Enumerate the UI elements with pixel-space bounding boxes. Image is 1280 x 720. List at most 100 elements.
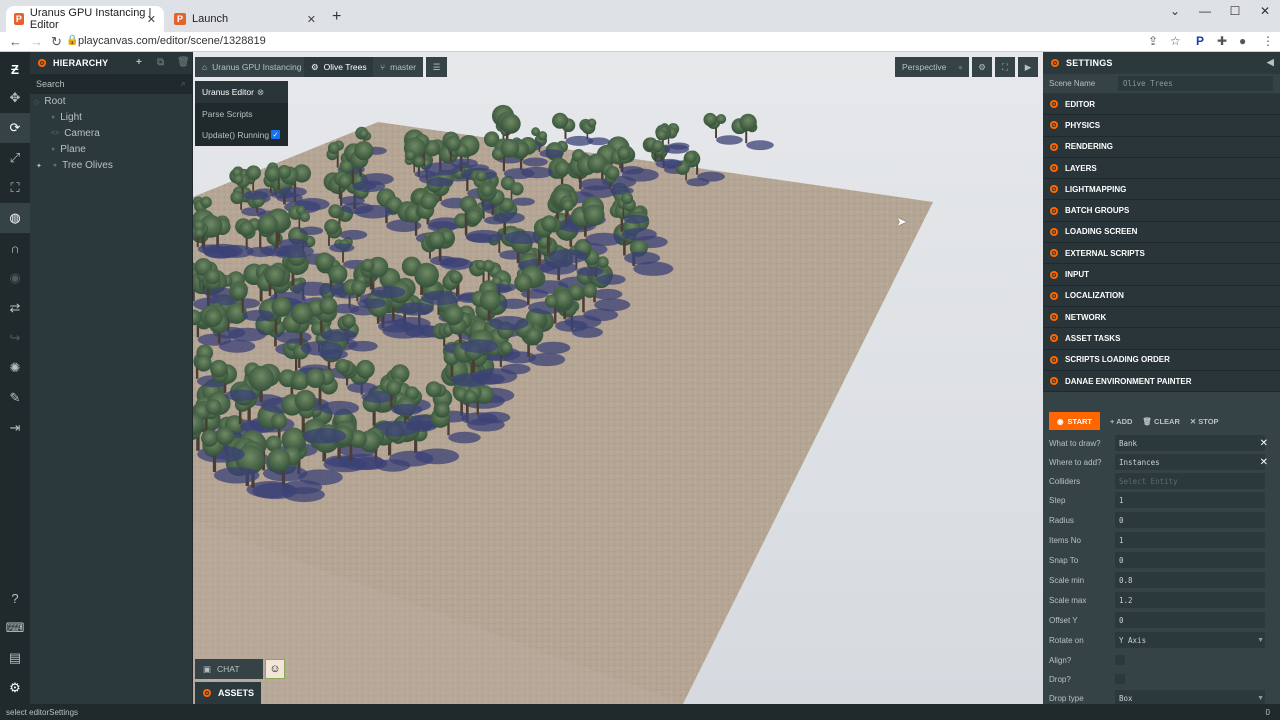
profile-icon[interactable]: ●: [1239, 34, 1246, 48]
chat-button[interactable]: ▣ CHAT: [195, 659, 263, 679]
puzzle-icon[interactable]: ✚: [1217, 34, 1227, 48]
minimize-icon[interactable]: —: [1190, 4, 1220, 18]
tree-item-plane[interactable]: ● Plane: [51, 144, 86, 155]
items-no-field[interactable]: 1: [1115, 532, 1265, 548]
close-icon[interactable]: ✕: [307, 13, 316, 26]
chevron-down-icon[interactable]: ⌄: [1160, 4, 1190, 18]
scale-min-field[interactable]: 0.8: [1115, 572, 1265, 588]
tree-shadow: [282, 480, 323, 495]
publish-icon[interactable]: ⇥: [0, 413, 30, 443]
section-network[interactable]: NETWORK: [1043, 306, 1280, 329]
hierarchy-search-input[interactable]: Search ⌕: [30, 74, 192, 94]
breadcrumb-scene[interactable]: ⚙ Olive Trees: [304, 57, 374, 77]
tree-item-light[interactable]: ● Light: [51, 112, 82, 123]
expand-icon[interactable]: ✦: [36, 162, 42, 170]
lightmap-icon[interactable]: ✺: [0, 353, 30, 383]
settings-icon[interactable]: ⚙: [0, 673, 30, 703]
forward-icon[interactable]: →: [30, 34, 43, 49]
tree-item-root[interactable]: ◇ Root: [34, 96, 66, 107]
delete-icon[interactable]: 🗑: [177, 57, 190, 68]
drop-checkbox[interactable]: [1115, 674, 1125, 684]
section-editor[interactable]: EDITOR: [1043, 94, 1280, 116]
close-window-icon[interactable]: ✕: [1250, 4, 1280, 18]
controls-icon[interactable]: ⌨: [0, 613, 30, 643]
new-tab-icon[interactable]: +: [332, 8, 341, 26]
tree-canopy: [239, 221, 254, 237]
tree-canopy: [194, 228, 205, 239]
clear-field-icon[interactable]: ✕: [1260, 457, 1268, 468]
maximize-icon[interactable]: ☐: [1220, 4, 1250, 18]
code-icon[interactable]: ✎: [0, 383, 30, 413]
section-input[interactable]: INPUT: [1043, 264, 1280, 286]
close-icon[interactable]: ✕: [147, 13, 156, 26]
viewport-settings-icon[interactable]: ⚙: [972, 57, 992, 77]
snap-to-field[interactable]: 0: [1115, 552, 1265, 568]
step-field[interactable]: 1: [1115, 492, 1265, 508]
avatar[interactable]: ☺: [265, 659, 285, 679]
offset-y-field[interactable]: 0: [1115, 612, 1265, 628]
extension-p-icon[interactable]: P: [1196, 34, 1204, 48]
section-rendering[interactable]: RENDERING: [1043, 136, 1280, 158]
undo-icon[interactable]: ⇄: [0, 293, 30, 323]
clear-field-icon[interactable]: ✕: [1260, 438, 1268, 449]
section-lightmapping[interactable]: LIGHTMAPPING: [1043, 179, 1280, 201]
scale-icon[interactable]: ⤢: [0, 143, 30, 173]
rotate-icon[interactable]: ⟳: [0, 113, 30, 143]
tree-item-camera[interactable]: <> Camera: [51, 128, 100, 139]
star-icon[interactable]: ☆: [1170, 34, 1181, 48]
section-batch-groups[interactable]: BATCH GROUPS: [1043, 200, 1280, 222]
scene-viewport[interactable]: ⌂ Uranus GPU Instancing ⚙ Olive Trees ⑂ …: [193, 52, 1043, 704]
rotate-on-select[interactable]: Y Axis: [1115, 632, 1265, 648]
section-localization[interactable]: LOCALIZATION: [1043, 285, 1280, 307]
launch-play-icon[interactable]: ▶: [1018, 57, 1038, 77]
back-icon[interactable]: ←: [9, 34, 22, 49]
chat-icon[interactable]: ▤: [0, 643, 30, 673]
tab-launch[interactable]: P Launch ✕: [166, 6, 324, 32]
section-asset-tasks[interactable]: ASSET TASKS: [1043, 328, 1280, 350]
parse-scripts-button[interactable]: Parse Scripts: [195, 103, 288, 124]
tree-item-tree-olives[interactable]: ✦ ● Tree Olives: [36, 160, 113, 171]
translate-icon[interactable]: ✥: [0, 83, 30, 113]
add-button[interactable]: + ADD: [1110, 417, 1132, 426]
snap-icon[interactable]: ∩: [0, 233, 30, 263]
url-field[interactable]: playcanvas.com/editor/scene/1328819: [78, 35, 266, 47]
scene-name-field[interactable]: Olive Trees: [1118, 76, 1273, 91]
playcanvas-logo-icon[interactable]: Ƶ: [0, 54, 30, 84]
radius-field[interactable]: 0: [1115, 512, 1265, 528]
reload-icon[interactable]: ↻: [51, 34, 62, 50]
world-icon[interactable]: ◍: [0, 203, 30, 233]
update-running-checkbox[interactable]: ✓: [271, 130, 280, 139]
section-physics[interactable]: PHYSICS: [1043, 115, 1280, 137]
branch-button[interactable]: ⑂ master: [373, 57, 424, 77]
section-external-scripts[interactable]: EXTERNAL SCRIPTS: [1043, 243, 1280, 265]
collapse-icon[interactable]: ◀: [1267, 57, 1274, 68]
redo-icon[interactable]: ↪: [0, 323, 30, 353]
where-to-add-field[interactable]: Instances: [1115, 454, 1265, 470]
section-loading-screen[interactable]: LOADING SCREEN: [1043, 221, 1280, 244]
scale-max-field[interactable]: 1.2: [1115, 592, 1265, 608]
section-layers[interactable]: LAYERS: [1043, 157, 1280, 180]
stop-button[interactable]: ✕ STOP: [1190, 417, 1219, 426]
share-icon[interactable]: ⇪: [1148, 34, 1158, 48]
align-checkbox[interactable]: [1115, 655, 1125, 665]
tab-editor[interactable]: P Uranus GPU Instancing | Editor ✕: [6, 6, 164, 32]
add-entity-icon[interactable]: +: [136, 57, 142, 68]
assets-button[interactable]: ASSETS: [195, 682, 261, 704]
what-to-draw-field[interactable]: Bank: [1115, 435, 1265, 451]
fullscreen-icon[interactable]: ⛶: [995, 57, 1015, 77]
close-circle-icon[interactable]: ⊗: [257, 87, 264, 98]
section-scripts-loading-order[interactable]: SCRIPTS LOADING ORDER: [1043, 349, 1280, 371]
start-button[interactable]: ◉ START: [1049, 412, 1100, 430]
duplicate-icon[interactable]: ⧉: [157, 57, 164, 68]
menu-dots-icon[interactable]: ⋮: [1262, 34, 1274, 48]
breadcrumb-project[interactable]: ⌂ Uranus GPU Instancing: [195, 57, 309, 77]
colliders-field[interactable]: Select Entity: [1115, 473, 1265, 489]
list-icon[interactable]: ☰: [426, 57, 447, 77]
section-danae-environment-painter[interactable]: DANAE ENVIRONMENT PAINTER: [1043, 370, 1280, 393]
section-label: SCRIPTS LOADING ORDER: [1065, 355, 1170, 365]
resize-icon[interactable]: ⛶: [0, 173, 30, 203]
focus-icon[interactable]: ◉: [0, 263, 30, 293]
camera-select[interactable]: Perspective ●: [895, 57, 969, 77]
clear-button[interactable]: 🗑 CLEAR: [1142, 417, 1179, 426]
help-icon[interactable]: ?: [0, 583, 30, 613]
